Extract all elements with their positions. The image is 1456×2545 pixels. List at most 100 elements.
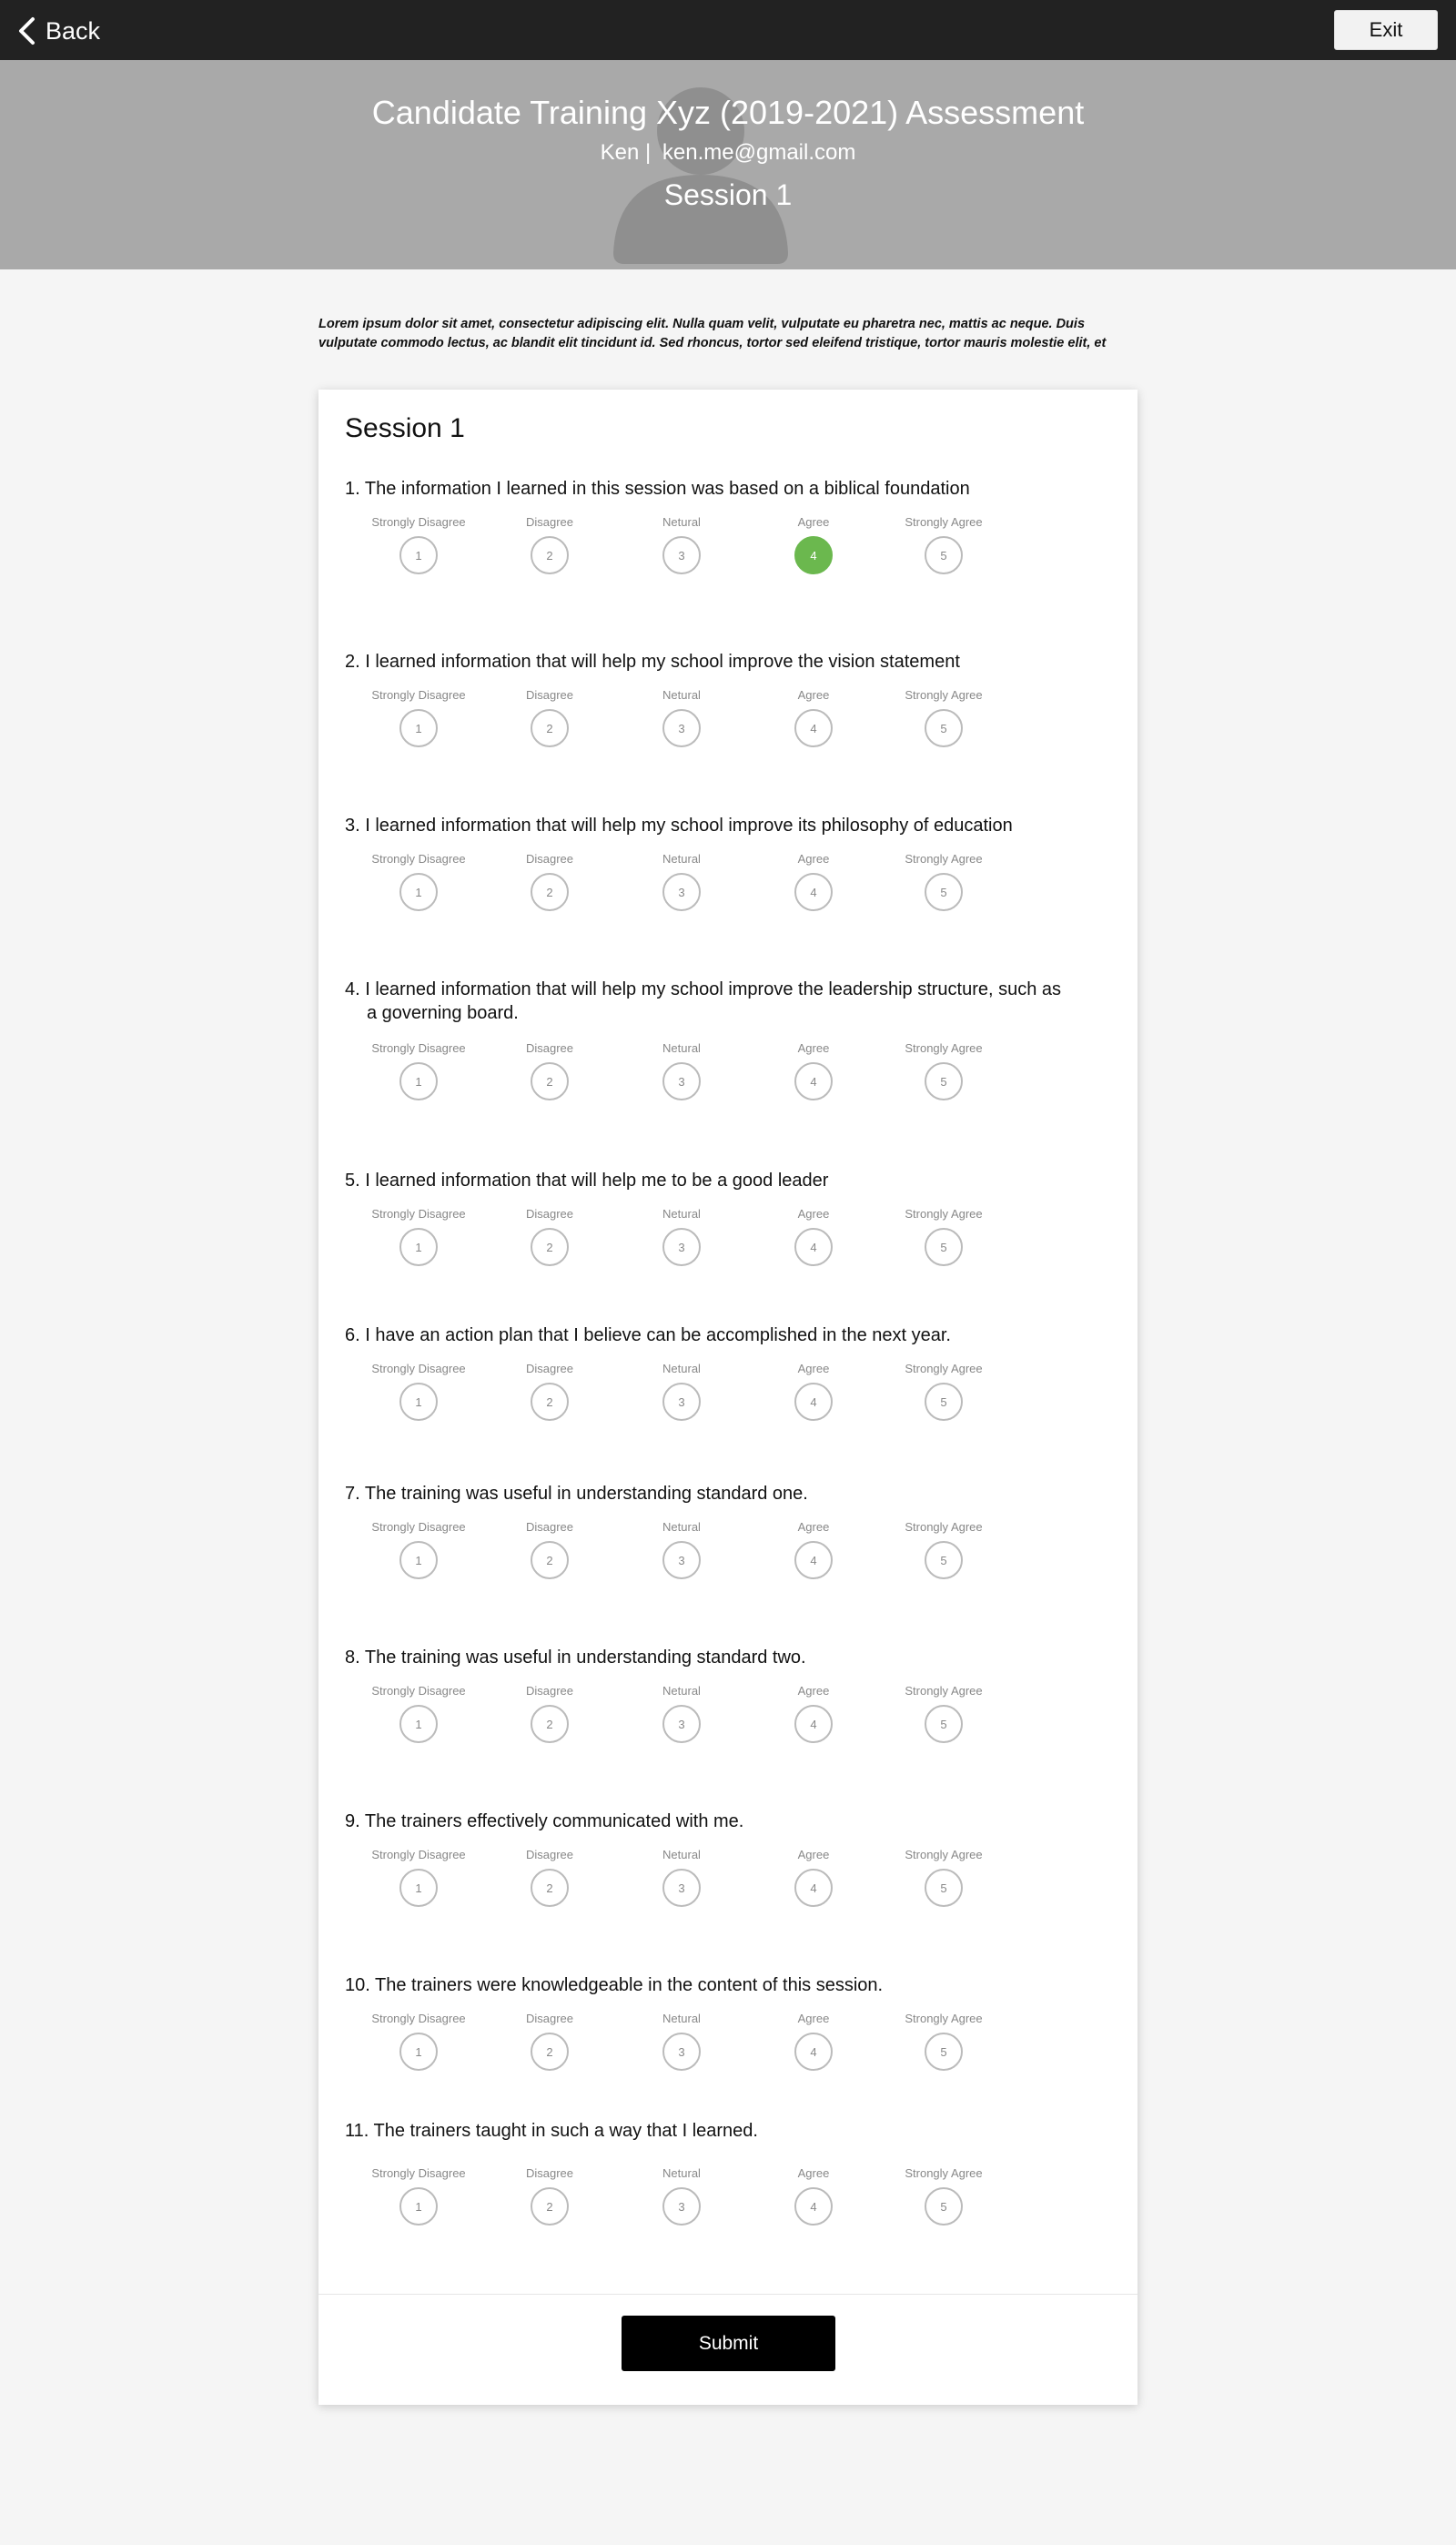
rating-radio[interactable]: 2 (531, 1228, 569, 1266)
rating-option-1[interactable]: Strongly Disagree 1 (350, 1207, 487, 1266)
rating-option-2[interactable]: Disagree 2 (481, 1684, 618, 1743)
rating-radio[interactable]: 4 (794, 1705, 833, 1743)
rating-radio[interactable]: 2 (531, 709, 569, 747)
rating-radio[interactable]: 5 (925, 1383, 963, 1421)
rating-option-4[interactable]: Agree 4 (745, 1362, 882, 1421)
back-button[interactable]: Back (15, 13, 100, 49)
rating-option-2[interactable]: Disagree 2 (481, 852, 618, 911)
rating-radio[interactable]: 1 (399, 2187, 438, 2226)
rating-option-2[interactable]: Disagree 2 (481, 688, 618, 747)
rating-option-2[interactable]: Disagree 2 (481, 1207, 618, 1266)
rating-option-2[interactable]: Disagree 2 (481, 2012, 618, 2071)
rating-radio[interactable]: 2 (531, 536, 569, 574)
rating-option-5[interactable]: Strongly Agree 5 (875, 1041, 1012, 1100)
rating-option-5[interactable]: Strongly Agree 5 (875, 688, 1012, 747)
rating-radio[interactable]: 3 (662, 1383, 701, 1421)
rating-radio[interactable]: 2 (531, 1383, 569, 1421)
rating-option-1[interactable]: Strongly Disagree 1 (350, 1520, 487, 1579)
rating-radio[interactable]: 2 (531, 2187, 569, 2226)
rating-radio[interactable]: 2 (531, 2033, 569, 2071)
rating-radio[interactable]: 5 (925, 1705, 963, 1743)
rating-option-3[interactable]: Netural 3 (613, 1362, 750, 1421)
rating-option-4[interactable]: Agree 4 (745, 1684, 882, 1743)
rating-option-2[interactable]: Disagree 2 (481, 1362, 618, 1421)
rating-option-1[interactable]: Strongly Disagree 1 (350, 515, 487, 574)
rating-radio[interactable]: 1 (399, 873, 438, 911)
rating-option-5[interactable]: Strongly Agree 5 (875, 1848, 1012, 1907)
rating-radio[interactable]: 3 (662, 873, 701, 911)
rating-radio[interactable]: 1 (399, 1062, 438, 1100)
rating-option-5[interactable]: Strongly Agree 5 (875, 515, 1012, 574)
rating-radio[interactable]: 3 (662, 709, 701, 747)
rating-radio[interactable]: 2 (531, 1541, 569, 1579)
rating-radio[interactable]: 1 (399, 2033, 438, 2071)
rating-option-5[interactable]: Strongly Agree 5 (875, 2012, 1012, 2071)
rating-radio[interactable]: 3 (662, 1705, 701, 1743)
rating-option-5[interactable]: Strongly Agree 5 (875, 2166, 1012, 2226)
rating-radio[interactable]: 5 (925, 1228, 963, 1266)
rating-radio[interactable]: 1 (399, 536, 438, 574)
rating-radio[interactable]: 2 (531, 1869, 569, 1907)
submit-button[interactable]: Submit (622, 2316, 835, 2371)
exit-button[interactable]: Exit (1334, 10, 1438, 50)
rating-radio[interactable]: 2 (531, 873, 569, 911)
rating-radio[interactable]: 5 (925, 2033, 963, 2071)
rating-option-4[interactable]: Agree 4 (745, 1848, 882, 1907)
rating-radio[interactable]: 4 (794, 1869, 833, 1907)
rating-option-1[interactable]: Strongly Disagree 1 (350, 2012, 487, 2071)
rating-option-5[interactable]: Strongly Agree 5 (875, 1362, 1012, 1421)
rating-option-3[interactable]: Netural 3 (613, 2166, 750, 2226)
rating-option-1[interactable]: Strongly Disagree 1 (350, 1848, 487, 1907)
rating-radio[interactable]: 5 (925, 1541, 963, 1579)
rating-option-4[interactable]: Agree 4 (745, 515, 882, 574)
rating-radio[interactable]: 4 (794, 1062, 833, 1100)
rating-radio[interactable]: 3 (662, 2187, 701, 2226)
rating-option-5[interactable]: Strongly Agree 5 (875, 1684, 1012, 1743)
rating-radio[interactable]: 5 (925, 1062, 963, 1100)
rating-radio[interactable]: 4 (794, 2033, 833, 2071)
rating-radio[interactable]: 1 (399, 1228, 438, 1266)
rating-radio[interactable]: 4 (794, 1541, 833, 1579)
rating-radio[interactable]: 4 (794, 873, 833, 911)
rating-option-4[interactable]: Agree 4 (745, 688, 882, 747)
rating-option-3[interactable]: Netural 3 (613, 2012, 750, 2071)
rating-radio[interactable]: 4 (794, 2187, 833, 2226)
rating-radio[interactable]: 3 (662, 1869, 701, 1907)
rating-option-3[interactable]: Netural 3 (613, 688, 750, 747)
rating-option-1[interactable]: Strongly Disagree 1 (350, 1362, 487, 1421)
rating-option-1[interactable]: Strongly Disagree 1 (350, 852, 487, 911)
rating-option-2[interactable]: Disagree 2 (481, 1520, 618, 1579)
rating-radio[interactable]: 4 (794, 709, 833, 747)
rating-option-5[interactable]: Strongly Agree 5 (875, 1207, 1012, 1266)
rating-option-2[interactable]: Disagree 2 (481, 515, 618, 574)
rating-radio[interactable]: 3 (662, 2033, 701, 2071)
rating-radio[interactable]: 1 (399, 1541, 438, 1579)
rating-option-1[interactable]: Strongly Disagree 1 (350, 1041, 487, 1100)
rating-radio[interactable]: 5 (925, 2187, 963, 2226)
rating-radio[interactable]: 3 (662, 1541, 701, 1579)
rating-radio[interactable]: 4 (794, 1228, 833, 1266)
rating-radio[interactable]: 3 (662, 1228, 701, 1266)
rating-option-3[interactable]: Netural 3 (613, 1520, 750, 1579)
rating-option-2[interactable]: Disagree 2 (481, 1848, 618, 1907)
rating-radio[interactable]: 1 (399, 1383, 438, 1421)
rating-radio[interactable]: 1 (399, 709, 438, 747)
rating-option-4[interactable]: Agree 4 (745, 2012, 882, 2071)
rating-radio[interactable]: 5 (925, 873, 963, 911)
rating-radio[interactable]: 1 (399, 1705, 438, 1743)
rating-option-3[interactable]: Netural 3 (613, 1684, 750, 1743)
rating-option-1[interactable]: Strongly Disagree 1 (350, 688, 487, 747)
rating-radio[interactable]: 4 (794, 536, 833, 574)
rating-radio[interactable]: 2 (531, 1705, 569, 1743)
rating-option-1[interactable]: Strongly Disagree 1 (350, 1684, 487, 1743)
rating-option-5[interactable]: Strongly Agree 5 (875, 1520, 1012, 1579)
rating-radio[interactable]: 3 (662, 536, 701, 574)
rating-option-1[interactable]: Strongly Disagree 1 (350, 2166, 487, 2226)
rating-radio[interactable]: 5 (925, 709, 963, 747)
rating-option-3[interactable]: Netural 3 (613, 515, 750, 574)
rating-option-4[interactable]: Agree 4 (745, 852, 882, 911)
rating-radio[interactable]: 1 (399, 1869, 438, 1907)
rating-option-3[interactable]: Netural 3 (613, 1848, 750, 1907)
rating-option-2[interactable]: Disagree 2 (481, 1041, 618, 1100)
rating-radio[interactable]: 5 (925, 536, 963, 574)
